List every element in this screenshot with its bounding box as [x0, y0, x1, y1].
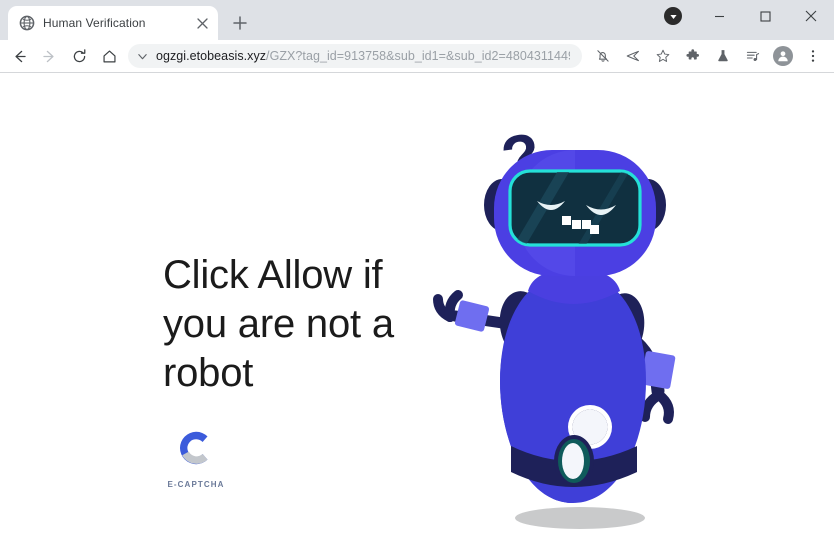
- address-bar-url: ogzgi.etobeasis.xyz/GZX?tag_id=913758&su…: [156, 49, 570, 63]
- robot-belly-gem: [554, 435, 594, 487]
- back-button[interactable]: [4, 42, 34, 70]
- media-playlist-icon[interactable]: [738, 42, 768, 70]
- browser-window: Human Verification ogzgi.etobeasis.xyz/G…: [0, 0, 834, 559]
- page-viewport: Click Allow if you are not a robot E-CAP…: [0, 73, 834, 559]
- robot-shadow: [515, 507, 645, 529]
- address-bar[interactable]: ogzgi.etobeasis.xyz/GZX?tag_id=913758&su…: [128, 44, 582, 68]
- e-captcha-label: E-CAPTCHA: [167, 480, 225, 489]
- browser-tab-human-verification[interactable]: Human Verification: [8, 6, 218, 40]
- robot-visor: [508, 169, 642, 247]
- flask-icon[interactable]: [708, 42, 738, 70]
- close-icon[interactable]: [194, 15, 210, 31]
- minimize-button[interactable]: [696, 0, 742, 32]
- address-bar-host: ogzgi.etobeasis.xyz: [156, 49, 267, 63]
- download-indicator-icon[interactable]: [664, 7, 682, 25]
- notifications-blocked-icon[interactable]: [588, 42, 618, 70]
- e-captcha-c-logo: [165, 425, 227, 476]
- reload-button[interactable]: [64, 42, 94, 70]
- send-icon[interactable]: [618, 42, 648, 70]
- home-button[interactable]: [94, 42, 124, 70]
- e-captcha-brand: E-CAPTCHA: [165, 425, 227, 489]
- globe-icon: [19, 15, 35, 31]
- confused-robot-illustration: ? ?: [410, 113, 710, 538]
- profile-avatar[interactable]: [773, 46, 793, 66]
- browser-menu-button[interactable]: [798, 42, 828, 70]
- close-button[interactable]: [788, 0, 834, 32]
- window-controls: [664, 0, 834, 32]
- tab-strip: Human Verification: [0, 0, 834, 40]
- maximize-button[interactable]: [742, 0, 788, 32]
- star-icon[interactable]: [648, 42, 678, 70]
- address-bar-path: /GZX?tag_id=913758&sub_id1=&sub_id2=4804…: [266, 49, 570, 63]
- chevron-down-icon[interactable]: [137, 51, 148, 62]
- tab-title: Human Verification: [43, 16, 146, 30]
- forward-button: [34, 42, 64, 70]
- new-tab-button[interactable]: [226, 9, 254, 37]
- extensions-icon[interactable]: [678, 42, 708, 70]
- page-headline: Click Allow if you are not a robot: [163, 253, 394, 395]
- browser-toolbar: ogzgi.etobeasis.xyz/GZX?tag_id=913758&su…: [0, 40, 834, 72]
